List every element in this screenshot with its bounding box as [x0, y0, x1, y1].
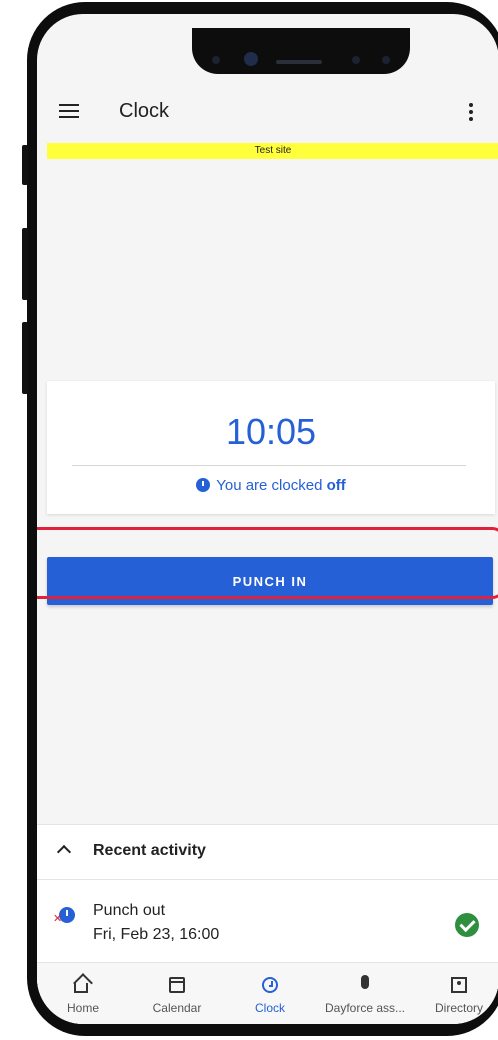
calendar-icon [169, 977, 185, 993]
activity-row[interactable]: ✕ Punch out Fri, Feb 23, 16:00 [37, 880, 498, 960]
clock-icon [262, 977, 278, 993]
nav-label: Dayforce ass... [324, 1001, 406, 1015]
clock-status-icon [196, 478, 211, 492]
nav-label: Directory [434, 1001, 483, 1015]
directory-icon [451, 977, 467, 993]
test-site-banner: Test site [47, 143, 498, 159]
recent-activity-header[interactable]: Recent activity [37, 825, 498, 880]
nav-label: Home [66, 1001, 99, 1015]
home-icon-body [74, 983, 88, 993]
clock-status-value: off [326, 477, 346, 494]
sensor-dot [212, 56, 220, 64]
sensor-dot [352, 56, 360, 64]
activity-title: Punch out [93, 902, 166, 919]
clock-status: You are clocked off [47, 477, 495, 494]
punch-out-icon: ✕ [53, 907, 75, 925]
sensor-dot [382, 56, 390, 64]
phone-side-button [22, 145, 28, 185]
camera-icon [244, 52, 258, 66]
clock-status-text: You are clocked [216, 477, 327, 494]
phone-volume-down-button [22, 322, 28, 394]
phone-notch [192, 28, 410, 74]
nav-label: Calendar [152, 1001, 202, 1015]
page-title: Clock [119, 100, 170, 122]
hamburger-menu-icon[interactable] [59, 104, 79, 118]
phone-screen: Clock Test site 10:05 You are clocked of… [37, 14, 498, 1024]
nav-label: Clock [254, 1001, 285, 1015]
nav-item-home[interactable]: Home [47, 963, 119, 1024]
phone-volume-up-button [22, 228, 28, 300]
recent-activity-title: Recent activity [93, 842, 206, 859]
check-circle-icon [455, 913, 479, 937]
clock-time: 10:05 [225, 411, 317, 452]
more-options-icon[interactable] [468, 103, 474, 121]
divider [72, 465, 466, 466]
activity-datetime: Fri, Feb 23, 16:00 [93, 926, 220, 943]
chevron-up-icon [56, 844, 72, 860]
speaker-grille [276, 60, 322, 64]
microphone-icon [361, 975, 369, 989]
cross-icon: ✕ [53, 913, 63, 925]
nav-item-dayforce-assistant[interactable]: Dayforce ass... [313, 963, 417, 1024]
highlight-box [37, 527, 498, 599]
nav-item-calendar[interactable]: Calendar [137, 963, 217, 1024]
bottom-navigation: Home Calendar Clock Dayforce ass... Dire… [37, 962, 498, 1024]
app-bar: Clock [37, 80, 498, 142]
clock-card: 10:05 You are clocked off [47, 381, 495, 514]
nav-item-directory[interactable]: Directory [419, 963, 498, 1024]
nav-item-clock[interactable]: Clock [231, 963, 309, 1024]
